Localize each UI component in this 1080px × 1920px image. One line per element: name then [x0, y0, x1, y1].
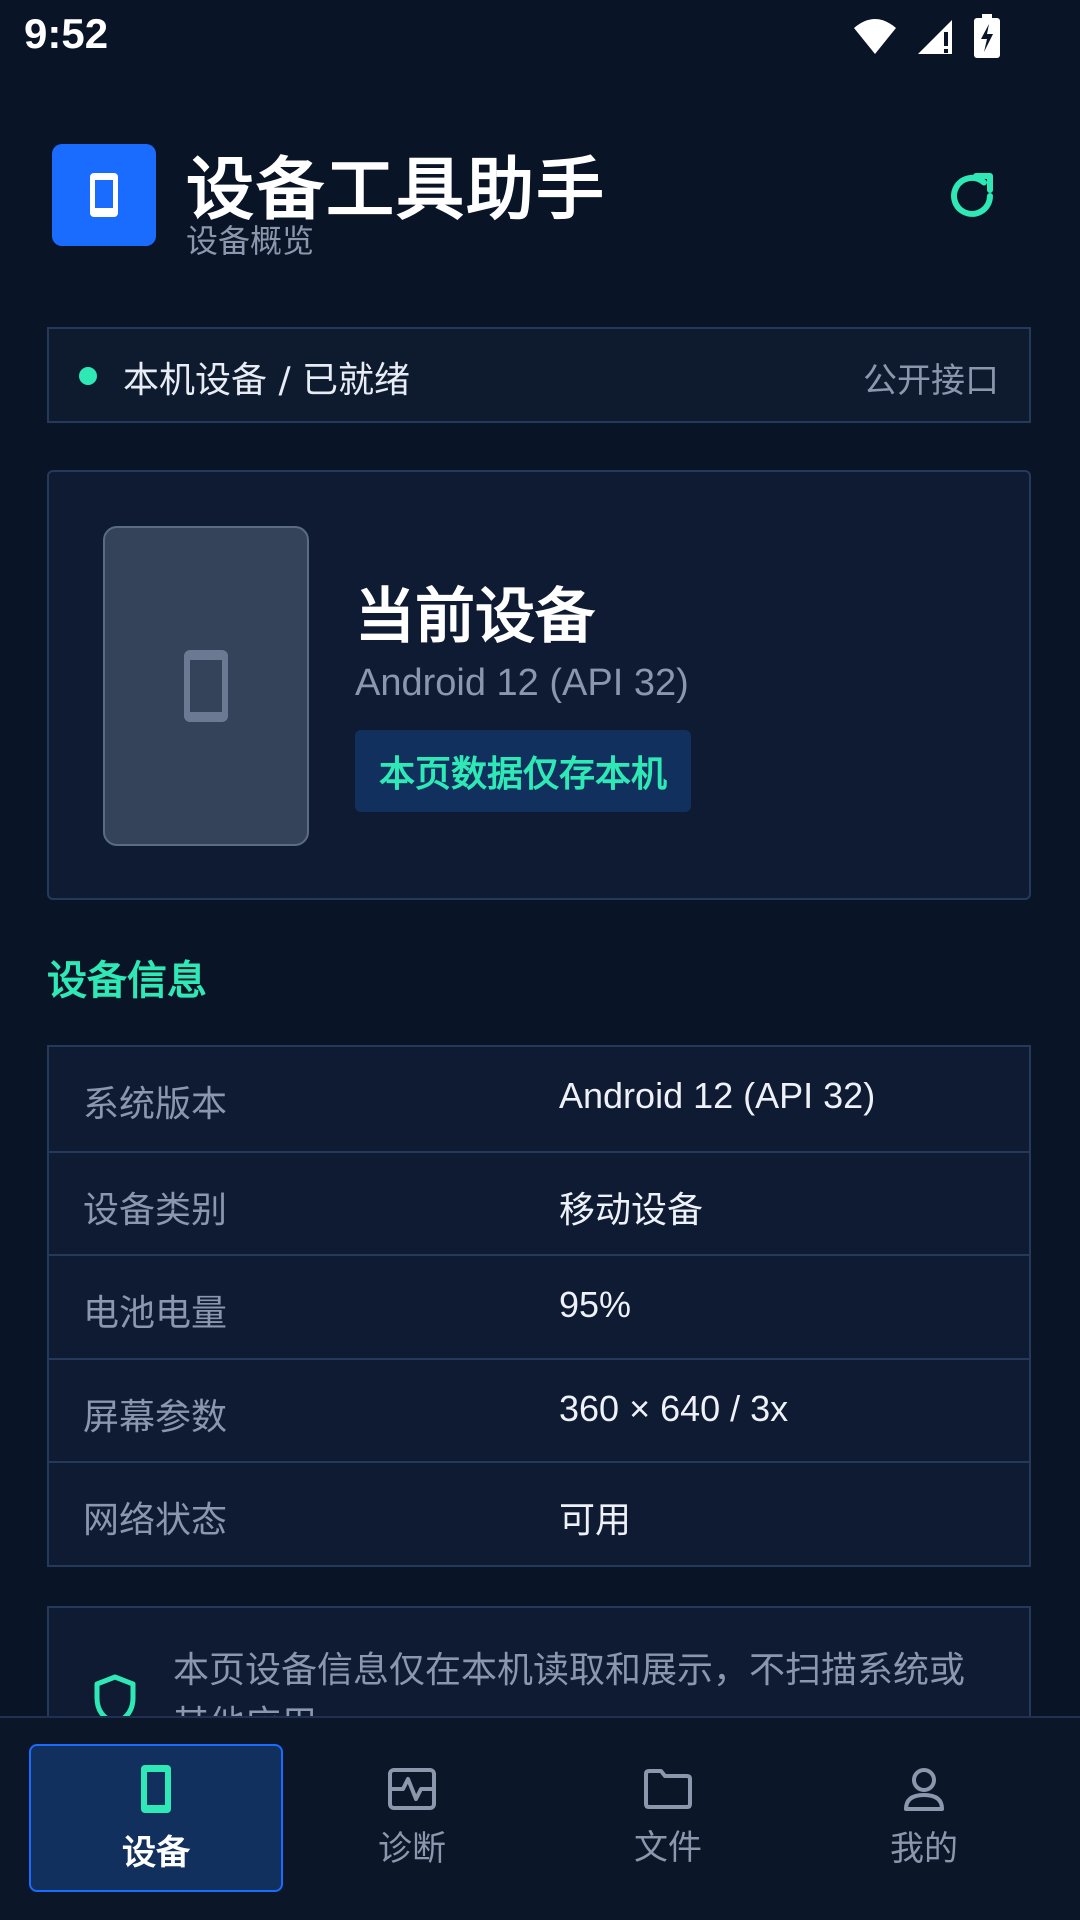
- device-os-version: Android 12 (API 32): [355, 662, 689, 704]
- row-value: Android 12 (API 32): [559, 1075, 876, 1116]
- app-header: 设备工具助手 设备概览: [0, 130, 1080, 260]
- nav-item-device[interactable]: 设备: [29, 1744, 283, 1892]
- row-value: 95%: [559, 1284, 632, 1326]
- wifi-icon: [854, 19, 896, 54]
- section-title-device-info: 设备信息: [47, 958, 207, 1004]
- table-row: 设备类别 移动设备: [49, 1150, 1029, 1255]
- device-status-text: 本机设备 / 已就绪: [123, 360, 411, 401]
- public-api-link[interactable]: 公开接口: [863, 353, 999, 402]
- refresh-icon: [951, 173, 993, 217]
- row-label: 网络状态: [83, 1500, 228, 1542]
- device-illustration: [103, 526, 309, 846]
- current-device-card: 当前设备 Android 12 (API 32) 本页数据仅存本机: [47, 470, 1031, 900]
- table-row: 电池电量 95%: [49, 1254, 1029, 1358]
- nav-item-diagnostics[interactable]: 诊断: [285, 1744, 539, 1892]
- row-label: 电池电量: [83, 1293, 228, 1335]
- table-row: 屏幕参数 360 × 640 / 3x: [49, 1357, 1029, 1462]
- row-value: 可用: [559, 1499, 632, 1541]
- nav-label: 文件: [634, 1827, 702, 1868]
- row-label: 系统版本: [83, 1084, 228, 1125]
- nav-label: 我的: [890, 1828, 958, 1869]
- person-icon: [904, 1767, 944, 1811]
- battery-icon: [974, 14, 1000, 58]
- nav-label: 设备: [122, 1832, 190, 1873]
- bottom-navigation: 设备 诊断 文件 我的: [0, 1716, 1080, 1920]
- app-subtitle: 设备概览: [186, 222, 315, 260]
- phone-icon: [90, 173, 118, 217]
- table-row: 网络状态 可用: [49, 1461, 1029, 1565]
- row-value: 移动设备: [559, 1188, 704, 1230]
- device-title: 当前设备: [355, 582, 595, 652]
- status-icons: [852, 14, 1000, 58]
- phone-icon: [141, 1764, 171, 1813]
- row-label: 屏幕参数: [83, 1396, 228, 1438]
- nav-item-profile[interactable]: 我的: [797, 1744, 1051, 1892]
- folder-icon: [644, 1768, 692, 1809]
- device-info-table: 系统版本 Android 12 (API 32) 设备类别 移动设备 电池电量 …: [47, 1045, 1031, 1567]
- phone-icon: [184, 650, 228, 722]
- status-dot: [79, 367, 97, 385]
- local-storage-badge: 本页数据仅存本机: [355, 730, 692, 812]
- table-row: 系统版本 Android 12 (API 32): [49, 1047, 1029, 1151]
- row-label: 设备类别: [83, 1189, 228, 1231]
- status-time: 9:52: [24, 10, 109, 57]
- nav-item-files[interactable]: 文件: [541, 1744, 795, 1892]
- refresh-button[interactable]: [942, 166, 1002, 226]
- app-logo: [52, 144, 156, 246]
- row-value: 360 × 640 / 3x: [559, 1387, 789, 1429]
- status-bar: 9:52: [0, 0, 1080, 72]
- signal-icon: [918, 20, 952, 54]
- device-status-banner: 本机设备 / 已就绪 公开接口: [47, 327, 1031, 423]
- pulse-icon: [388, 1767, 436, 1810]
- nav-label: 诊断: [378, 1828, 446, 1869]
